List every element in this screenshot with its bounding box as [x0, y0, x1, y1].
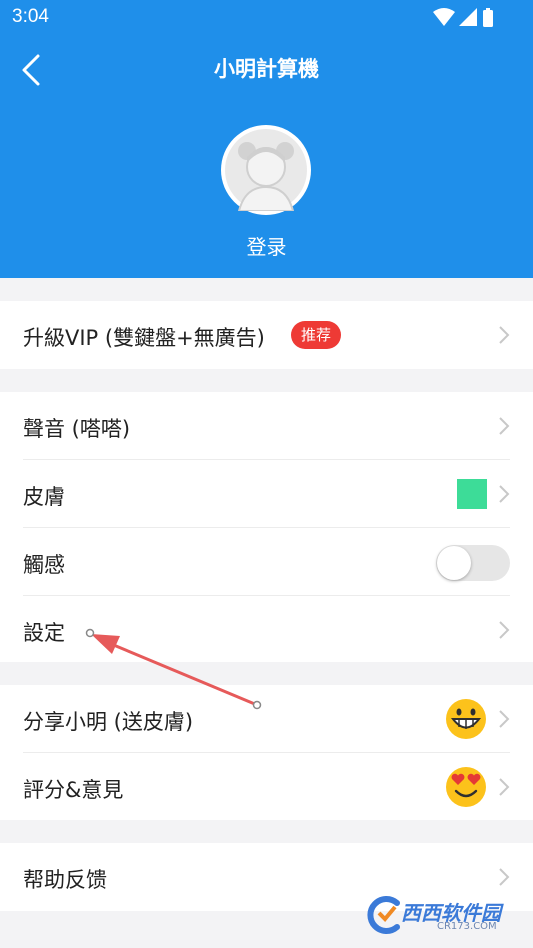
chevron-right-icon: [499, 621, 510, 639]
chevron-right-icon: [499, 485, 510, 503]
recommend-badge: 推荐: [291, 321, 342, 349]
watermark-domain: CR173.COM: [437, 921, 497, 932]
menu-item-label: 觸感: [23, 553, 65, 577]
watermark-logo-icon: [367, 896, 400, 934]
vip-group: 升級VIP (雙鍵盤+無廣告) 推荐: [0, 301, 533, 369]
menu-item-settings[interactable]: 設定: [0, 596, 533, 664]
chevron-right-icon: [499, 868, 510, 886]
status-time: 3:04: [12, 6, 49, 27]
signal-icon: [459, 8, 477, 26]
menu-item-haptic: 觸感: [0, 528, 533, 596]
settings-group: 聲音 (嗒嗒) 皮膚 觸感 設定: [0, 392, 533, 662]
toggle-knob: [437, 546, 471, 580]
page-title: 小明計算機: [214, 57, 319, 81]
menu-item-rate[interactable]: 評分&意見: [0, 753, 533, 821]
wifi-icon: [433, 8, 455, 26]
menu-item-skin[interactable]: 皮膚: [0, 460, 533, 528]
menu-item-sound[interactable]: 聲音 (嗒嗒): [0, 392, 533, 460]
heart-eyes-emoji-icon: [446, 767, 486, 807]
menu-item-label: 升級VIP (雙鍵盤+無廣告): [23, 326, 265, 350]
menu-item-label: 皮膚: [23, 485, 65, 509]
menu-item-upgrade-vip[interactable]: 升級VIP (雙鍵盤+無廣告) 推荐: [0, 301, 533, 369]
haptic-toggle[interactable]: [436, 545, 510, 581]
menu-item-share[interactable]: 分享小明 (送皮膚): [0, 685, 533, 753]
status-bar: 3:04: [0, 0, 533, 36]
chevron-right-icon: [499, 778, 510, 796]
battery-icon: [483, 10, 493, 27]
menu-item-label: 設定: [23, 621, 65, 645]
chevron-right-icon: [499, 326, 510, 344]
user-avatar-icon: [225, 129, 307, 211]
share-group: 分享小明 (送皮膚) 評分&意見: [0, 685, 533, 820]
menu-item-label: 分享小明 (送皮膚): [23, 710, 194, 734]
login-button[interactable]: 登录: [0, 231, 533, 260]
status-icons: [433, 8, 493, 27]
app-header: 3:04 小明計算機 登录: [0, 0, 533, 278]
menu-item-label: 帮助反馈: [23, 868, 107, 892]
menu-item-label: 評分&意見: [23, 778, 124, 802]
grinning-emoji-icon: [446, 699, 486, 739]
watermark-logo: 西西软件园 CR173.COM: [365, 895, 517, 937]
chevron-right-icon: [499, 417, 510, 435]
chevron-right-icon: [499, 710, 510, 728]
avatar[interactable]: [221, 125, 311, 215]
skin-color-swatch: [457, 479, 487, 509]
menu-item-label: 聲音 (嗒嗒): [23, 417, 131, 441]
